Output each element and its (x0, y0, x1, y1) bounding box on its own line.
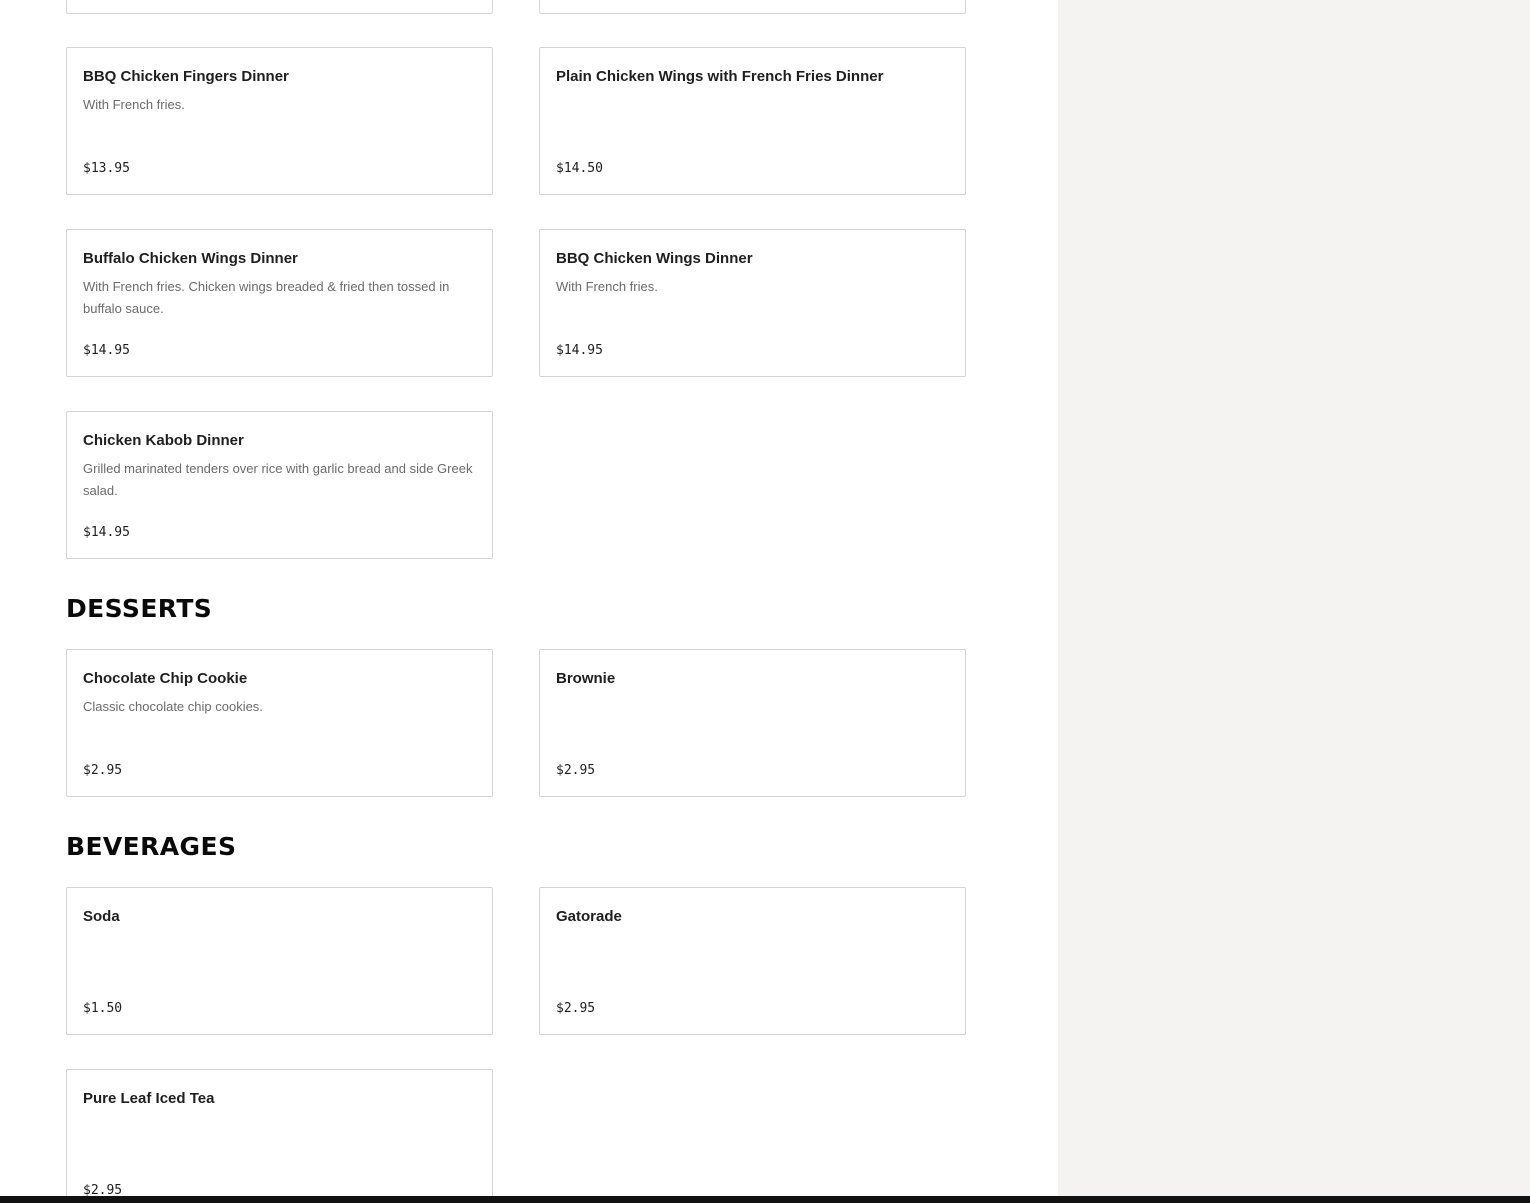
menu-item-description: With French fries. (556, 279, 658, 294)
menu-item-card[interactable]: Pure Leaf Iced Tea $2.95 (66, 1069, 493, 1203)
menu-item-price: $14.95 (83, 525, 130, 540)
menu-item-card[interactable]: Buffalo Chicken Wings Dinner With French… (66, 229, 493, 377)
menu-main-column: BBQ Chicken Fingers Dinner With French f… (0, 0, 1058, 1203)
menu-item-card-partial[interactable] (66, 0, 493, 14)
menu-item-name: BBQ Chicken Wings Dinner (556, 250, 753, 267)
menu-item-name: Plain Chicken Wings with French Fries Di… (556, 68, 884, 85)
menu-item-name: Pure Leaf Iced Tea (83, 1090, 215, 1107)
menu-item-name: Chicken Kabob Dinner (83, 432, 244, 449)
menu-item-card[interactable]: Chocolate Chip Cookie Classic chocolate … (66, 649, 493, 797)
menu-item-name: Soda (83, 908, 120, 925)
menu-item-card[interactable]: Gatorade $2.95 (539, 887, 966, 1035)
menu-item-price: $14.50 (556, 161, 603, 176)
menu-item-description: Classic chocolate chip cookies. (83, 699, 263, 714)
menu-item-name: BBQ Chicken Fingers Dinner (83, 68, 289, 85)
menu-item-price: $14.95 (83, 343, 130, 358)
menu-item-description: With French fries. (83, 97, 185, 112)
menu-item-card[interactable]: BBQ Chicken Fingers Dinner With French f… (66, 47, 493, 195)
menu-item-card-partial[interactable] (539, 0, 966, 14)
menu-item-price: $2.95 (83, 763, 123, 778)
menu-item-card[interactable]: Chicken Kabob Dinner Grilled marinated t… (66, 411, 493, 559)
menu-item-name: Brownie (556, 670, 616, 687)
menu-item-price: $2.95 (556, 763, 596, 778)
menu-item-card[interactable]: BBQ Chicken Wings Dinner With French fri… (539, 229, 966, 377)
menu-item-price: $14.95 (556, 343, 603, 358)
section-title-beverages: BEVERAGES (66, 832, 237, 861)
menu-item-card[interactable]: Plain Chicken Wings with French Fries Di… (539, 47, 966, 195)
menu-item-description: With French fries. Chicken wings breaded… (83, 279, 450, 316)
menu-item-card[interactable]: Brownie $2.95 (539, 649, 966, 797)
side-panel (1058, 0, 1530, 1203)
menu-item-price: $13.95 (83, 161, 130, 176)
menu-item-name: Gatorade (556, 908, 622, 925)
menu-item-description: Grilled marinated tenders over rice with… (83, 461, 473, 498)
menu-item-name: Chocolate Chip Cookie (83, 670, 248, 687)
menu-item-name: Buffalo Chicken Wings Dinner (83, 250, 298, 267)
section-title-desserts: DESSERTS (66, 594, 213, 623)
menu-item-price: $2.95 (556, 1001, 596, 1016)
menu-item-card[interactable]: Soda $1.50 (66, 887, 493, 1035)
bottom-bar (0, 1196, 1530, 1203)
menu-item-price: $1.50 (83, 1001, 123, 1016)
page: BBQ Chicken Fingers Dinner With French f… (0, 0, 1530, 1203)
